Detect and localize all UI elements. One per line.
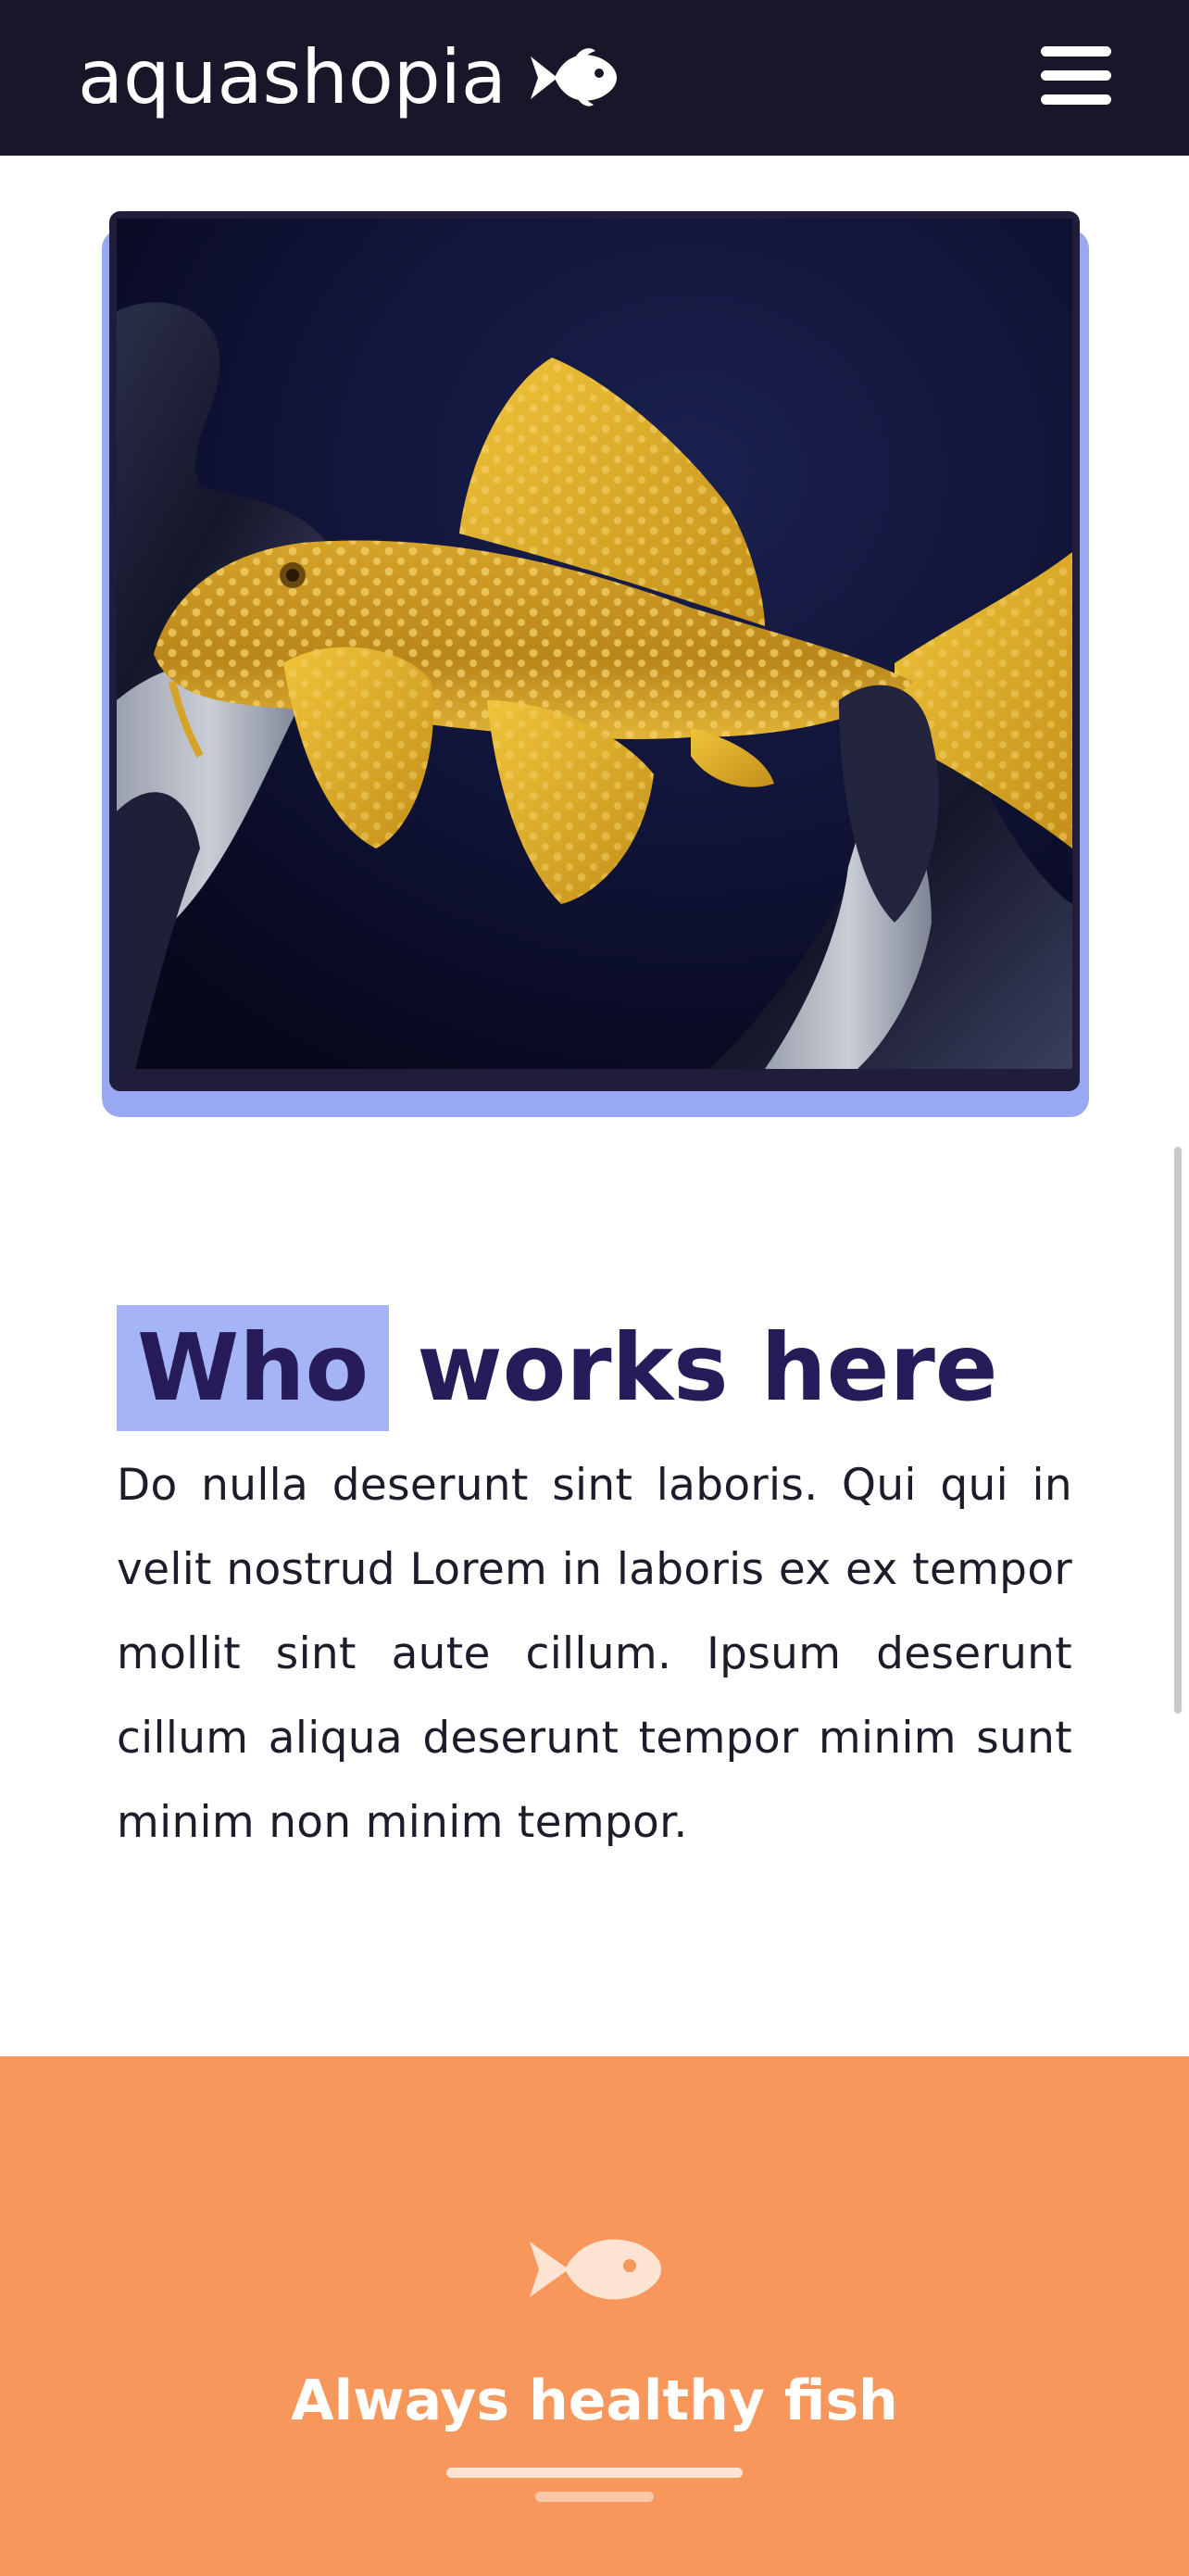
brand-logo-link[interactable]: aquashopia — [78, 33, 618, 122]
fish-icon — [530, 48, 617, 107]
section-heading: Who works here — [117, 1305, 998, 1431]
about-paragraph: Do nulla deserunt sint laboris. Qui qui … — [117, 1460, 1072, 1848]
menu-bar — [1041, 94, 1111, 105]
menu-bar — [1041, 46, 1111, 57]
heading-highlight: Who — [117, 1305, 390, 1431]
feature-section: Always healthy fish — [0, 2056, 1189, 2576]
heading-text: works here — [417, 1313, 998, 1422]
menu-bar — [1041, 70, 1111, 81]
feature-underline — [446, 2468, 743, 2478]
fish-photo — [117, 219, 1072, 1069]
hamburger-menu-icon[interactable] — [1041, 44, 1111, 107]
site-header: aquashopia — [0, 0, 1189, 156]
feature-title: Always healthy fish — [291, 2369, 898, 2433]
page-scrollbar[interactable] — [1174, 1147, 1182, 1714]
fish-icon — [530, 2239, 661, 2300]
hero-photo-frame — [109, 211, 1080, 1091]
feature-underline-short — [535, 2492, 654, 2502]
brand-name: aquashopia — [78, 34, 507, 120]
